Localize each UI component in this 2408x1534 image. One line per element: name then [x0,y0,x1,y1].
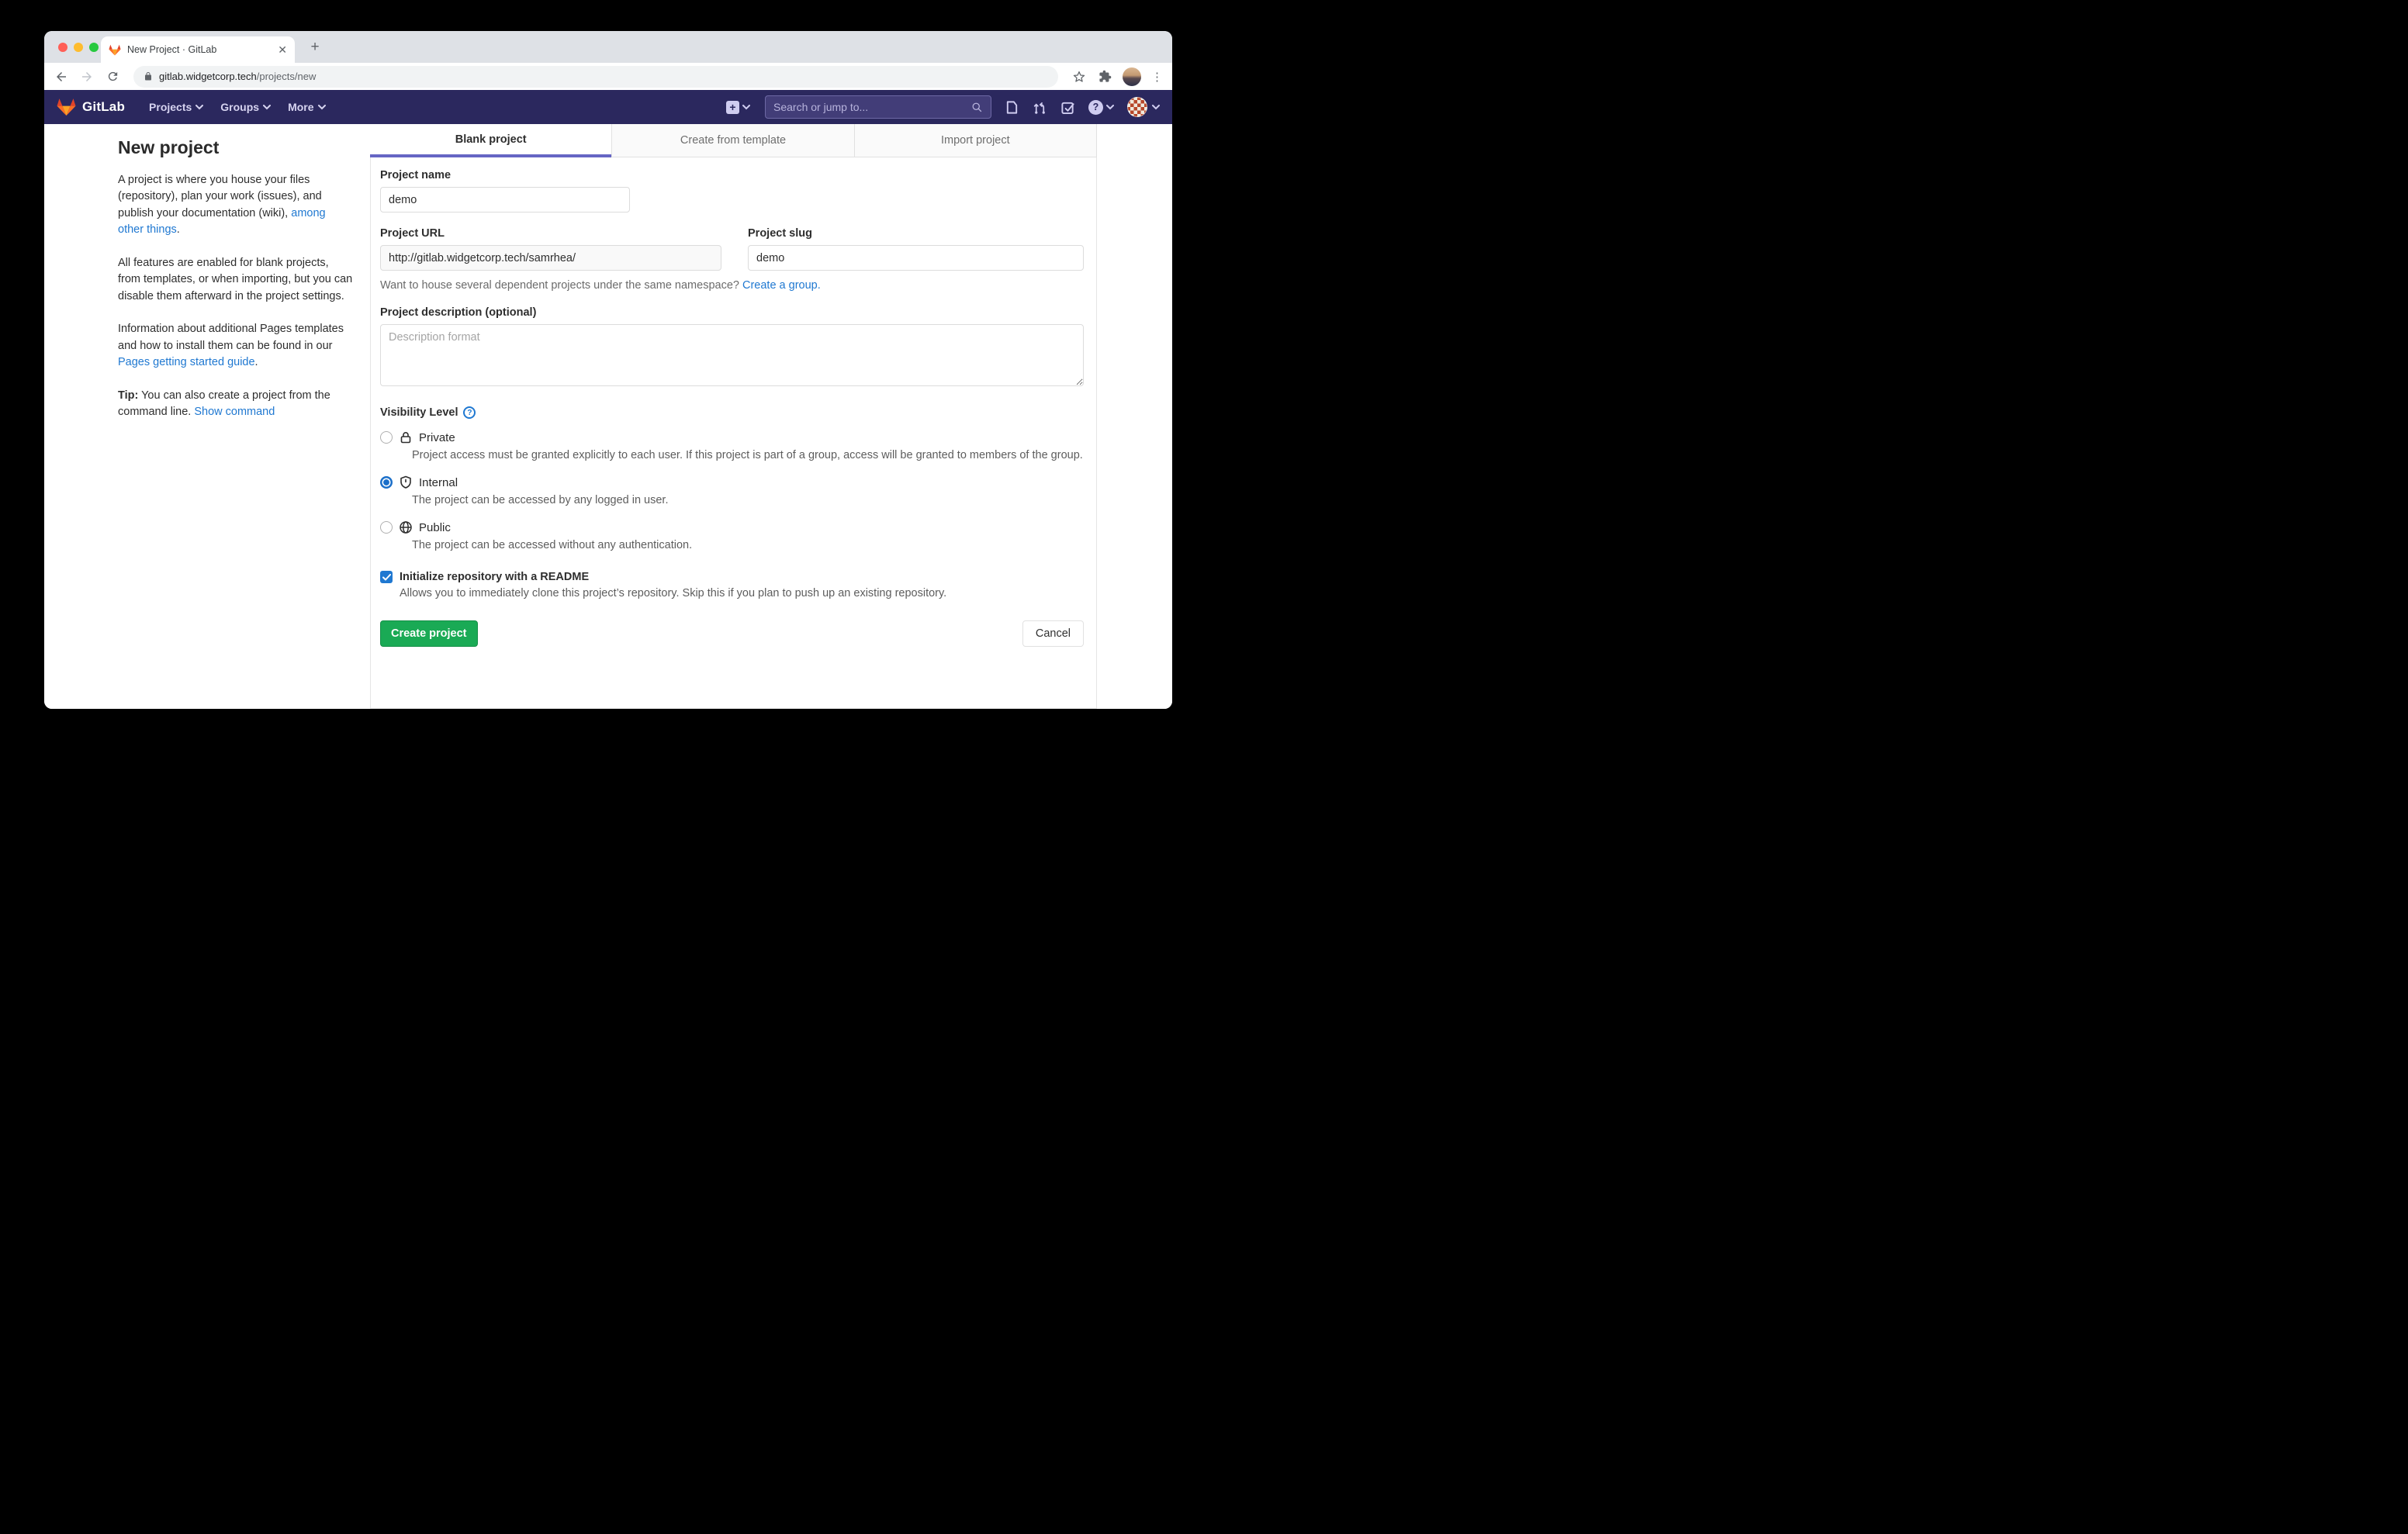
browser-toolbar: gitlab.widgetcorp.tech/projects/new ⋮ [44,63,1172,90]
visibility-option-name: Public [419,521,451,534]
brand-name: GitLab [82,99,125,115]
sidebar-help-text: New project A project is where you house… [118,134,353,709]
gitlab-favicon [109,44,121,56]
visibility-option-desc: The project can be accessed by any logge… [412,492,1084,509]
visibility-option-private: Private Project access must be granted e… [380,430,1084,464]
project-slug-label: Project slug [748,227,1084,240]
visibility-option-name: Internal [419,476,458,489]
namespace-hint: Want to house several dependent projects… [380,279,1084,292]
chevron-down-icon [318,105,326,110]
minimize-window-button[interactable] [74,43,83,52]
sidebar-paragraph: Information about additional Pages templ… [118,321,353,371]
tab-blank-project[interactable]: Blank project [370,124,611,157]
browser-tab-strip: New Project · GitLab ✕ + [44,31,1172,63]
tab-import-project[interactable]: Import project [854,124,1097,157]
page-title: New project [118,134,353,161]
project-slug-input[interactable] [748,245,1084,271]
chevron-down-icon [195,105,203,110]
visibility-help-icon[interactable]: ? [463,406,476,419]
show-command-link[interactable]: Show command [194,406,275,418]
new-menu-button[interactable]: + [726,101,750,114]
sidebar-paragraph: A project is where you house your files … [118,172,353,239]
visibility-option-desc: The project can be accessed without any … [412,537,1084,554]
project-description-input[interactable] [380,324,1084,386]
chevron-down-icon [742,105,750,110]
lock-icon [399,430,413,444]
forward-icon[interactable] [79,69,95,85]
chevron-down-icon [263,105,271,110]
todo-icon[interactable] [1060,100,1075,115]
plus-menu-icon: + [726,101,739,114]
project-name-input[interactable] [380,187,630,212]
nav-groups[interactable]: Groups [212,96,279,118]
avatar [1127,97,1147,117]
project-description-label: Project description (optional) [380,306,1084,319]
tab-create-from-template[interactable]: Create from template [611,124,853,157]
new-tab-button[interactable]: + [306,38,324,57]
back-icon[interactable] [54,69,69,85]
browser-window: New Project · GitLab ✕ + gitlab.widgetco… [44,31,1172,709]
sidebar-tip: Tip: You can also create a project from … [118,388,353,421]
nav-more[interactable]: More [279,96,334,118]
create-project-button[interactable]: Create project [380,620,478,647]
project-type-tabs: Blank project Create from template Impor… [370,124,1097,157]
chevron-down-icon [1152,105,1160,110]
help-menu[interactable]: ? [1088,100,1114,115]
reload-icon[interactable] [105,69,120,85]
browser-profile-avatar[interactable] [1123,67,1141,86]
browser-menu-icon[interactable]: ⋮ [1151,70,1163,84]
search-icon [971,102,983,113]
sidebar-paragraph: All features are enabled for blank proje… [118,255,353,305]
blank-project-form: Project name Project URL Project slug Wa… [370,157,1097,709]
lock-icon [144,71,153,81]
gitlab-tanuki-icon [57,98,76,116]
user-menu[interactable] [1127,97,1160,117]
chevron-down-icon [1106,105,1114,110]
private-radio[interactable] [380,431,393,444]
extensions-puzzle-icon[interactable] [1097,69,1112,85]
help-icon: ? [1088,100,1103,115]
visibility-option-name: Private [419,431,455,444]
visibility-option-public: Public The project can be accessed witho… [380,520,1084,554]
pages-guide-link[interactable]: Pages getting started guide [118,356,255,368]
tab-close-icon[interactable]: ✕ [278,44,287,55]
globe-icon [399,520,413,534]
internal-radio[interactable] [380,476,393,489]
gitlab-navbar: GitLab Projects Groups More + Search or … [44,90,1172,124]
nav-projects[interactable]: Projects [140,96,212,118]
cancel-button[interactable]: Cancel [1022,620,1084,647]
new-project-panel: Blank project Create from template Impor… [370,124,1097,709]
readme-checkbox[interactable] [380,571,393,583]
maximize-window-button[interactable] [89,43,99,52]
project-name-label: Project name [380,169,1084,181]
browser-tab[interactable]: New Project · GitLab ✕ [101,36,295,63]
issues-icon[interactable] [1005,100,1019,115]
check-icon [382,574,391,581]
address-bar[interactable]: gitlab.widgetcorp.tech/projects/new [133,66,1058,88]
visibility-option-desc: Project access must be granted explicitl… [412,447,1084,464]
create-group-link[interactable]: Create a group. [742,279,821,292]
bookmark-star-icon[interactable] [1071,69,1087,85]
tab-title: New Project · GitLab [127,44,272,55]
readme-desc: Allows you to immediately clone this pro… [400,587,1084,599]
gitlab-logo[interactable]: GitLab [57,98,125,116]
search-input[interactable]: Search or jump to... [765,95,991,119]
url-text: gitlab.widgetcorp.tech/projects/new [159,71,316,82]
readme-label: Initialize repository with a README [400,571,589,583]
visibility-option-internal: Internal The project can be accessed by … [380,475,1084,509]
page-content: New project A project is where you house… [44,124,1172,709]
merge-request-icon[interactable] [1033,100,1047,115]
project-url-label: Project URL [380,227,721,240]
shield-icon [399,475,413,489]
project-url-input[interactable] [380,245,721,271]
visibility-level-label: Visibility Level [380,406,458,419]
public-radio[interactable] [380,521,393,534]
search-placeholder: Search or jump to... [773,101,868,113]
close-window-button[interactable] [58,43,67,52]
traffic-lights [58,43,99,52]
